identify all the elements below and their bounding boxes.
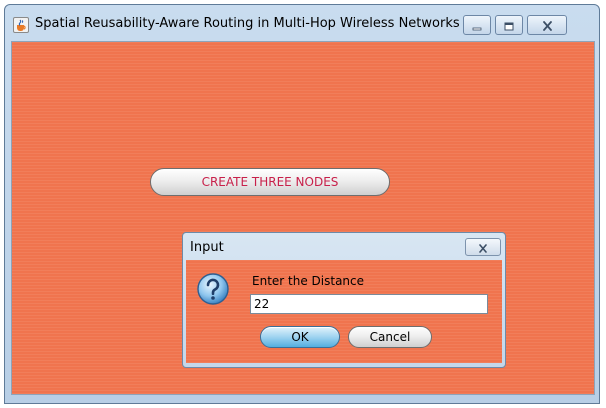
ok-button[interactable]: OK: [260, 326, 340, 348]
title-bar[interactable]: Spatial Reusability-Aware Routing in Mul…: [5, 5, 599, 41]
window-title: Spatial Reusability-Aware Routing in Mul…: [35, 16, 460, 31]
close-icon: [478, 238, 488, 257]
content-pane: CREATE THREE NODES Input Enter the Dista…: [11, 41, 595, 395]
distance-input[interactable]: [250, 294, 488, 314]
close-icon: [542, 16, 553, 35]
maximize-icon: [504, 16, 514, 35]
minimize-icon: [472, 16, 482, 35]
minimize-button[interactable]: [463, 15, 491, 35]
dialog-title: Input: [190, 240, 224, 255]
question-icon: [196, 272, 230, 306]
distance-prompt: Enter the Distance: [252, 274, 365, 288]
dialog-body: Enter the Distance OK Cancel: [186, 260, 502, 363]
close-button[interactable]: [527, 15, 567, 35]
input-dialog: Input Enter the Distance 22 OK Cancel: [182, 232, 506, 368]
maximize-button[interactable]: [495, 15, 523, 35]
application-window: Spatial Reusability-Aware Routing in Mul…: [4, 4, 600, 404]
cancel-button[interactable]: Cancel: [348, 326, 432, 348]
dialog-close-button[interactable]: [465, 238, 501, 256]
java-cup-icon[interactable]: [13, 17, 29, 33]
create-three-nodes-button[interactable]: CREATE THREE NODES: [150, 168, 390, 196]
